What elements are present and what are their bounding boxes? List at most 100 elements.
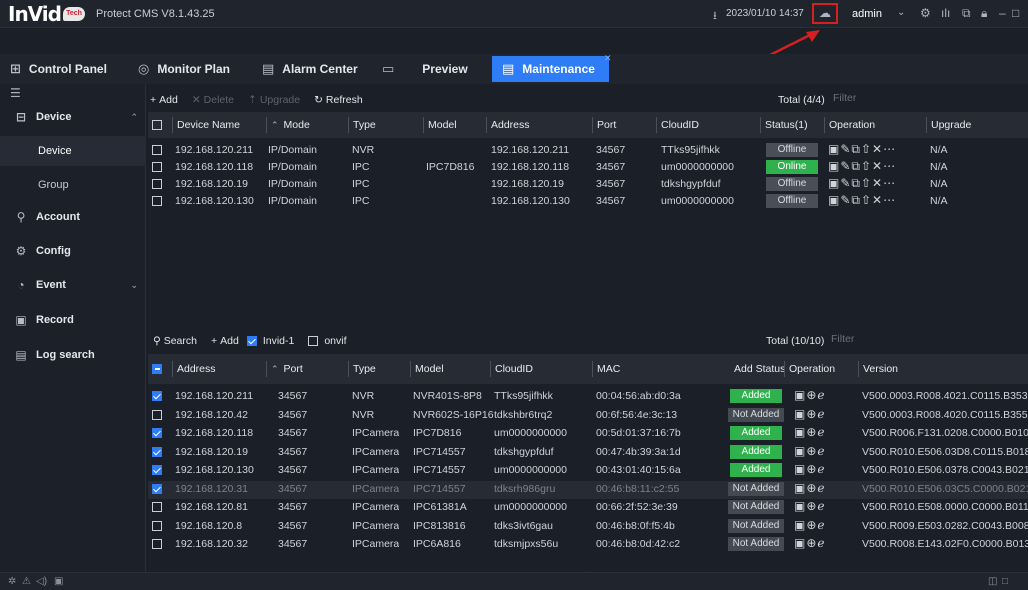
preview-icon[interactable]: ▣ <box>794 444 806 458</box>
delete-icon[interactable]: ✕ <box>872 142 883 156</box>
preview-icon[interactable]: ▣ <box>828 176 840 190</box>
browser-icon[interactable]: ℯ <box>817 481 825 495</box>
delete-icon[interactable]: ✕ <box>872 193 883 207</box>
browser-icon[interactable]: ℯ <box>817 425 825 439</box>
layout-icon[interactable]: ◫ <box>988 576 997 587</box>
tab-monitor-plan[interactable]: ◎ Monitor Plan <box>138 56 230 82</box>
table-row[interactable]: 192.168.120.130 IP/Domain IPC 192.168.120.1… <box>148 193 1028 210</box>
preview-icon[interactable]: ▣ <box>794 407 806 421</box>
table-row[interactable]: 192.168.120.118 34567 IPCamera IPC7D816 um00… <box>148 425 1028 443</box>
web-icon[interactable]: ⊕ <box>806 462 817 476</box>
sidebar-item-log-search[interactable]: ▤ Log search <box>0 340 146 370</box>
preview-icon[interactable]: ▣ <box>794 462 806 476</box>
row-checkbox[interactable] <box>152 539 162 549</box>
invid-filter-checkbox[interactable]: Invid-1 <box>246 335 294 347</box>
col-address[interactable]: Address <box>486 117 530 133</box>
web-icon[interactable]: ⊕ <box>806 444 817 458</box>
col-cloudid[interactable]: CloudID <box>490 361 533 377</box>
lock-icon[interactable]: 🔒︎ <box>981 6 987 21</box>
upgrade-icon[interactable]: ⇧ <box>861 159 872 173</box>
chevron-down-icon[interactable]: ⌄ <box>897 7 905 18</box>
sidebar-item-device[interactable]: ⊟ Device ⌃ <box>0 102 146 132</box>
upgrade-icon[interactable]: ⇧ <box>861 193 872 207</box>
tab-alarm-center[interactable]: ▤ Alarm Center <box>262 56 358 82</box>
table-row[interactable]: 192.168.120.31 34567 IPCamera IPC714557 tdks… <box>148 480 1028 499</box>
table-row[interactable]: 192.168.120.118 IP/Domain IPC IPC7D816 192.1… <box>148 159 1028 176</box>
config-icon[interactable]: ⧉ <box>851 176 861 190</box>
edit-icon[interactable]: ✎ <box>840 176 851 190</box>
col-address[interactable]: Address <box>172 361 216 377</box>
config-icon[interactable]: ⧉ <box>851 159 861 173</box>
table-row[interactable]: 192.168.120.211 34567 NVR NVR401S-8P8 TTks95… <box>148 388 1028 406</box>
col-port[interactable]: ⌃ Port <box>266 361 303 377</box>
menu-collapse-icon[interactable]: ☰ <box>10 86 21 100</box>
upgrade-button[interactable]: ⇡ Upgrade <box>248 94 300 106</box>
delete-icon[interactable]: ✕ <box>872 159 883 173</box>
row-checkbox[interactable] <box>152 391 162 401</box>
close-icon[interactable]: ✕ <box>604 53 612 64</box>
more-icon[interactable]: ⋯ <box>883 159 896 173</box>
table-row[interactable]: 192.168.120.42 34567 NVR NVR602S-16P16 tdksh… <box>148 407 1028 425</box>
user-name[interactable]: admin <box>852 8 882 20</box>
volume-icon[interactable]: ◁) <box>36 576 47 587</box>
col-status[interactable]: Status(1) <box>760 117 808 133</box>
browser-icon[interactable]: ℯ <box>817 499 825 513</box>
table-row[interactable]: 192.168.120.19 34567 IPCamera IPC714557 tdks… <box>148 444 1028 462</box>
browser-icon[interactable]: ℯ <box>817 462 825 476</box>
row-checkbox[interactable] <box>152 145 162 155</box>
refresh-button[interactable]: ↻ Refresh <box>314 94 363 106</box>
config-icon[interactable]: ⧉ <box>851 142 861 156</box>
row-checkbox[interactable] <box>152 520 162 531</box>
col-operation[interactable]: Operation <box>784 361 835 377</box>
search-button[interactable]: ⚲ Search <box>153 335 197 347</box>
sidebar-item-group[interactable]: Group <box>0 170 146 200</box>
tab-control-panel[interactable]: ⊞ Control Panel <box>10 56 107 82</box>
select-all-checkbox[interactable] <box>152 364 162 374</box>
sidebar-item-event[interactable]: ◔ Event ⌄ <box>0 270 146 300</box>
tab-preview[interactable]: ▭ Preview <box>382 56 468 82</box>
preview-icon[interactable]: ▣ <box>794 499 806 513</box>
web-icon[interactable]: ⊕ <box>806 388 817 402</box>
cloud-status-button[interactable]: ☁ <box>812 3 838 24</box>
web-icon[interactable]: ⊕ <box>806 425 817 439</box>
col-device-name[interactable]: Device Name <box>172 117 240 133</box>
preview-icon[interactable]: ▣ <box>794 536 806 550</box>
row-checkbox[interactable] <box>152 465 162 475</box>
delete-icon[interactable]: ✕ <box>872 176 883 190</box>
window-icon[interactable]: □ <box>1002 576 1008 587</box>
browser-icon[interactable]: ℯ <box>817 518 825 532</box>
preview-icon[interactable]: ▣ <box>794 518 806 532</box>
sidebar-item-config[interactable]: ⚙ Config <box>0 236 146 266</box>
row-checkbox[interactable] <box>152 409 162 420</box>
col-mac[interactable]: MAC <box>592 361 620 377</box>
tab-maintenance[interactable]: ▤ Maintenance <box>492 56 609 82</box>
table-row[interactable]: 192.168.120.19 IP/Domain IPC 192.168.120.19… <box>148 176 1028 193</box>
bars-icon[interactable]: ılı <box>941 6 950 20</box>
gear-icon[interactable]: ⚙ <box>920 6 931 20</box>
status-alarm-icon[interactable]: ⚠ <box>22 576 31 587</box>
sidebar-item-account[interactable]: ⚲ Account <box>0 202 146 232</box>
device-filter-input[interactable]: Filter <box>830 92 1020 108</box>
row-checkbox[interactable] <box>152 502 162 512</box>
select-all-checkbox[interactable] <box>152 120 162 130</box>
upgrade-icon[interactable]: ⇧ <box>861 142 872 156</box>
col-operation[interactable]: Operation <box>824 117 875 133</box>
web-icon[interactable]: ⊕ <box>806 518 817 532</box>
preview-icon[interactable]: ▣ <box>794 481 806 495</box>
col-add-status[interactable]: Add Status <box>730 361 785 377</box>
row-checkbox[interactable] <box>152 446 162 457</box>
more-icon[interactable]: ⋯ <box>883 176 896 190</box>
sidebar-item-record[interactable]: ▣ Record <box>0 305 146 335</box>
maximize-icon[interactable]: □ <box>1012 6 1019 20</box>
web-icon[interactable]: ⊕ <box>806 481 817 495</box>
table-row[interactable]: 192.168.120.8 34567 IPCamera IPC813816 tdks3… <box>148 518 1028 536</box>
web-icon[interactable]: ⊕ <box>806 407 817 421</box>
onvif-filter-checkbox[interactable]: onvif <box>308 335 347 347</box>
table-row[interactable]: 192.168.120.130 34567 IPCamera IPC714557 um0… <box>148 462 1028 480</box>
preview-icon[interactable]: ▣ <box>828 193 840 207</box>
more-icon[interactable]: ⋯ <box>883 142 896 156</box>
table-row[interactable]: 192.168.120.32 34567 IPCamera IPC6A816 tdksm… <box>148 536 1028 554</box>
col-type[interactable]: Type <box>348 361 376 377</box>
browser-icon[interactable]: ℯ <box>817 444 825 458</box>
minimize-icon[interactable]: – <box>999 6 1006 20</box>
